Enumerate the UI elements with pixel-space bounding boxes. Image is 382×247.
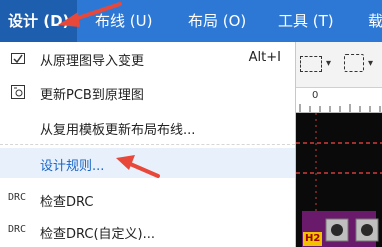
rect-select-icon[interactable] — [300, 56, 322, 72]
menu-item-design-rules[interactable]: 设计规则... — [0, 148, 295, 178]
chevron-down-icon[interactable]: ▾ — [368, 58, 373, 69]
menu-layout[interactable]: 布局 (O) — [188, 0, 246, 42]
menu-item-import-changes[interactable]: 从原理图导入变更 Alt+I — [0, 43, 295, 73]
menu-design[interactable]: 设计 (D) — [0, 0, 78, 42]
menu-item-update-from-template[interactable]: 从复用模板更新布局布线... — [0, 112, 295, 142]
menu-item-check-drc[interactable]: DRC 检查DRC — [0, 184, 295, 214]
toolbar: ▾ ▾ — [296, 42, 382, 88]
menu-separator — [0, 144, 295, 146]
chevron-down-icon[interactable]: ▾ — [326, 58, 331, 69]
menu-item-check-drc-custom[interactable]: DRC 检查DRC(自定义)... — [0, 216, 295, 246]
shortcut-label: Alt+I — [248, 50, 281, 65]
design-menu-dropdown: 从原理图导入变更 Alt+I 更新PCB到原理图 从复用模板更新布局布线... … — [0, 42, 296, 247]
menu-item-update-pcb[interactable]: 更新PCB到原理图 — [0, 77, 295, 107]
pcb-canvas[interactable] — [296, 113, 382, 247]
menu-bar: 设计 (D) 布线 (U) 布局 (O) 工具 (T) 载 — [0, 0, 382, 42]
menu-more[interactable]: 载 — [368, 0, 382, 42]
update-pcb-icon — [10, 84, 26, 100]
drc-icon: DRC — [8, 192, 27, 203]
menu-route[interactable]: 布线 (U) — [95, 0, 152, 42]
lasso-select-icon[interactable] — [344, 54, 364, 72]
ruler: 0 — [296, 88, 382, 113]
component-designator: H2 — [303, 232, 323, 246]
menu-tools[interactable]: 工具 (T) — [278, 0, 334, 42]
ruler-mark: 0 — [312, 90, 319, 101]
import-changes-icon — [10, 50, 26, 66]
drc-icon: DRC — [8, 224, 27, 235]
